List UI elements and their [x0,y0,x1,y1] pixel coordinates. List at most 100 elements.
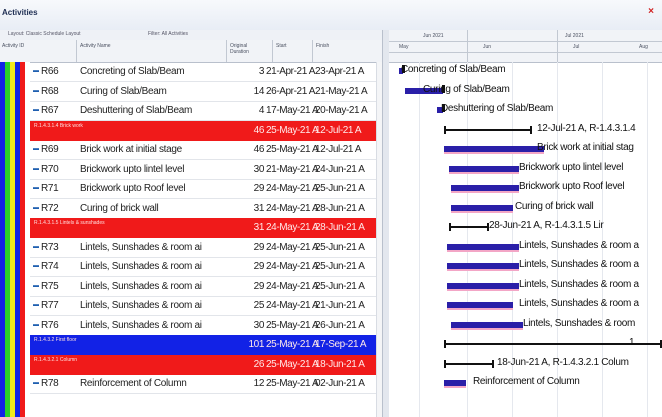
finish-date: 17-Sep-21 A [315,339,367,350]
activity-bar[interactable] [451,321,523,328]
col-header-id[interactable]: Activity ID [2,43,24,49]
activity-name: Lintels, Sunshades & room ai [80,261,202,272]
original-duration: 46 [253,144,265,155]
activity-icon: ▬ [33,68,39,74]
activity-icon: ▬ [33,243,39,250]
gantt-bar-label: 28-Jun-21 A, R-1.4.3.1.5 Lir [489,220,604,231]
summary-bar[interactable] [444,362,494,365]
table-row[interactable]: ▬ R70 Brickwork upto lintel level 30 21-May-… [30,160,376,180]
timescale-divider [389,41,662,42]
wbs-summary-row[interactable]: R.1.4.3.1.4 Brick work 46 25-May-21 A 12-Ju… [30,120,376,141]
activity-bar[interactable] [444,380,466,386]
col-header-start[interactable]: Start [276,43,287,49]
activity-id: R76 [41,319,59,331]
original-duration: 46 [253,124,265,136]
table-row[interactable]: ▬ R71 Brickwork upto Roof level 29 24-May-21… [30,179,376,199]
activity-icon: ▬ [33,107,39,113]
close-icon[interactable]: × [648,6,654,17]
table-row[interactable]: ▬ R74 Lintels, Sunshades & room ai 29 24-May… [30,257,376,277]
original-duration: 12 [253,378,265,389]
activity-id: R75 [41,280,59,292]
wbs-code: R.1.4.3.1.5 Lintels & sunshades [34,220,105,226]
finish-date: 21-May-21 A [315,85,368,97]
finish-date: 24-Jun-21 A [315,163,365,175]
table-row[interactable]: ▬ R78 Reinforcement of Column 12 25-May-21 A… [30,374,376,394]
gantt-bar-label: Deshuttering of Slab/Beam [441,103,554,114]
original-duration: 30 [253,319,265,331]
table-row[interactable]: ▬ R66 Concreting of Slab/Beam 3 21-Apr-21 A2… [30,62,376,82]
table-row[interactable]: ▬ R69 Brick work at initial stage 46 25-May-… [30,140,376,160]
activity-bar[interactable] [451,185,519,191]
activity-bar[interactable] [447,243,519,250]
wbs-summary-row[interactable]: R.1.4.3.1.5 Lintels & sunshades 31 24-May-… [30,218,376,238]
start-date: 25-May-21 A [266,144,319,155]
original-duration: 14 [253,85,265,97]
activity-id: R66 [41,66,59,77]
activity-bar[interactable] [447,263,519,269]
col-divider[interactable] [226,40,227,62]
gantt-bar-label: Curing of Slab/Beam [423,83,510,95]
finish-date: 12-Jul-21 A [315,144,362,155]
col-header-name[interactable]: Activity Name [80,43,111,49]
activity-bar[interactable] [444,146,544,152]
wbs-color-bars [0,62,30,417]
summary-bar[interactable] [449,226,489,228]
table-row[interactable]: ▬ R73 Lintels, Sunshades & room ai 29 24-May… [30,238,376,258]
activity-bar[interactable] [451,204,513,211]
finish-date: 25-Jun-21 A [315,241,365,253]
gantt-body: Concreting of Slab/Beam Curing of Slab/Be… [389,62,662,417]
original-duration: 29 [253,183,265,194]
finish-date: 02-Jun-21 A [315,378,365,389]
start-date: 26-Apr-21 A [266,85,315,97]
start-date: 25-May-21 A [266,358,319,370]
wbs-code: R.1.4.3.2 First floor [34,337,77,343]
activity-bar[interactable] [449,165,519,172]
col-divider[interactable] [272,40,273,62]
original-duration: 4 [258,105,265,116]
activity-id: R74 [41,261,59,272]
table-row[interactable]: ▬ R75 Lintels, Sunshades & room ai 29 24-May… [30,277,376,297]
timescale-top: Jun 2021 [423,33,444,39]
summary-bar-end [530,125,532,134]
table-row[interactable]: ▬ R76 Lintels, Sunshades & room ai 30 25-May… [30,316,376,336]
activity-id: R68 [41,85,59,97]
col-header-finish[interactable]: Finish [316,43,329,49]
wbs-summary-row[interactable]: R.1.4.3.2 First floor 101 25-May-21 A 17-Se… [30,335,376,355]
table-row[interactable]: ▬ R72 Curing of brick wall 31 24-May-21 A 28-… [30,199,376,219]
col-header-duration[interactable]: Original Duration [230,43,260,55]
wbs-summary-row[interactable]: R.1.4.3.2.1 Column 26 25-May-21 A 18-Jun-21… [30,354,376,375]
gantt-bar-label: Lintels, Sunshades & room a [519,239,639,251]
table-row[interactable]: ▬ R67 Deshuttering of Slab/Beam 4 17-May-21 … [30,101,376,121]
table-row[interactable]: ▬ R77 Lintels, Sunshades & room ai 25 24-May… [30,296,376,316]
finish-date: 23-Apr-21 A [315,66,364,77]
activity-id: R67 [41,105,59,116]
layout-label[interactable]: Layout: Classic Schedule Layout [8,31,81,37]
finish-date: 28-Jun-21 A [315,202,365,214]
filter-label[interactable]: Filter: All Activities [148,31,188,37]
start-date: 24-May-21 A [266,300,319,311]
original-duration: 26 [253,358,265,370]
summary-bar-start [449,223,451,231]
activity-name: Curing of brick wall [80,202,159,214]
finish-date: 25-Jun-21 A [315,261,365,272]
activity-bar[interactable] [447,302,513,308]
start-date: 24-May-21 A [266,183,319,194]
start-date: 24-May-21 A [266,222,319,233]
summary-bar[interactable] [444,128,532,131]
activity-bar[interactable] [447,282,519,289]
finish-date: 21-Jun-21 A [315,300,365,311]
table-row[interactable]: ▬ R68 Curing of Slab/Beam 14 26-Apr-21 A 21-M… [30,82,376,102]
activity-icon: ▬ [33,146,39,152]
gantt-bar-label: Concreting of Slab/Beam [401,64,506,75]
col-divider[interactable] [312,40,313,62]
gantt-bar-label: 12-Jul-21 A, R-1.4.3.1.4 [537,122,636,134]
activity-name: Concreting of Slab/Beam [80,66,185,77]
start-date: 25-May-21 A [266,378,319,389]
col-divider[interactable] [76,40,77,62]
finish-date: 25-Jun-21 A [315,280,365,292]
timescale-divider [467,30,468,62]
activity-icon: ▬ [33,282,39,289]
start-date: 24-May-21 A [266,280,319,292]
activity-name: Brickwork upto Roof level [80,183,186,194]
activity-name: Lintels, Sunshades & room ai [80,300,202,311]
